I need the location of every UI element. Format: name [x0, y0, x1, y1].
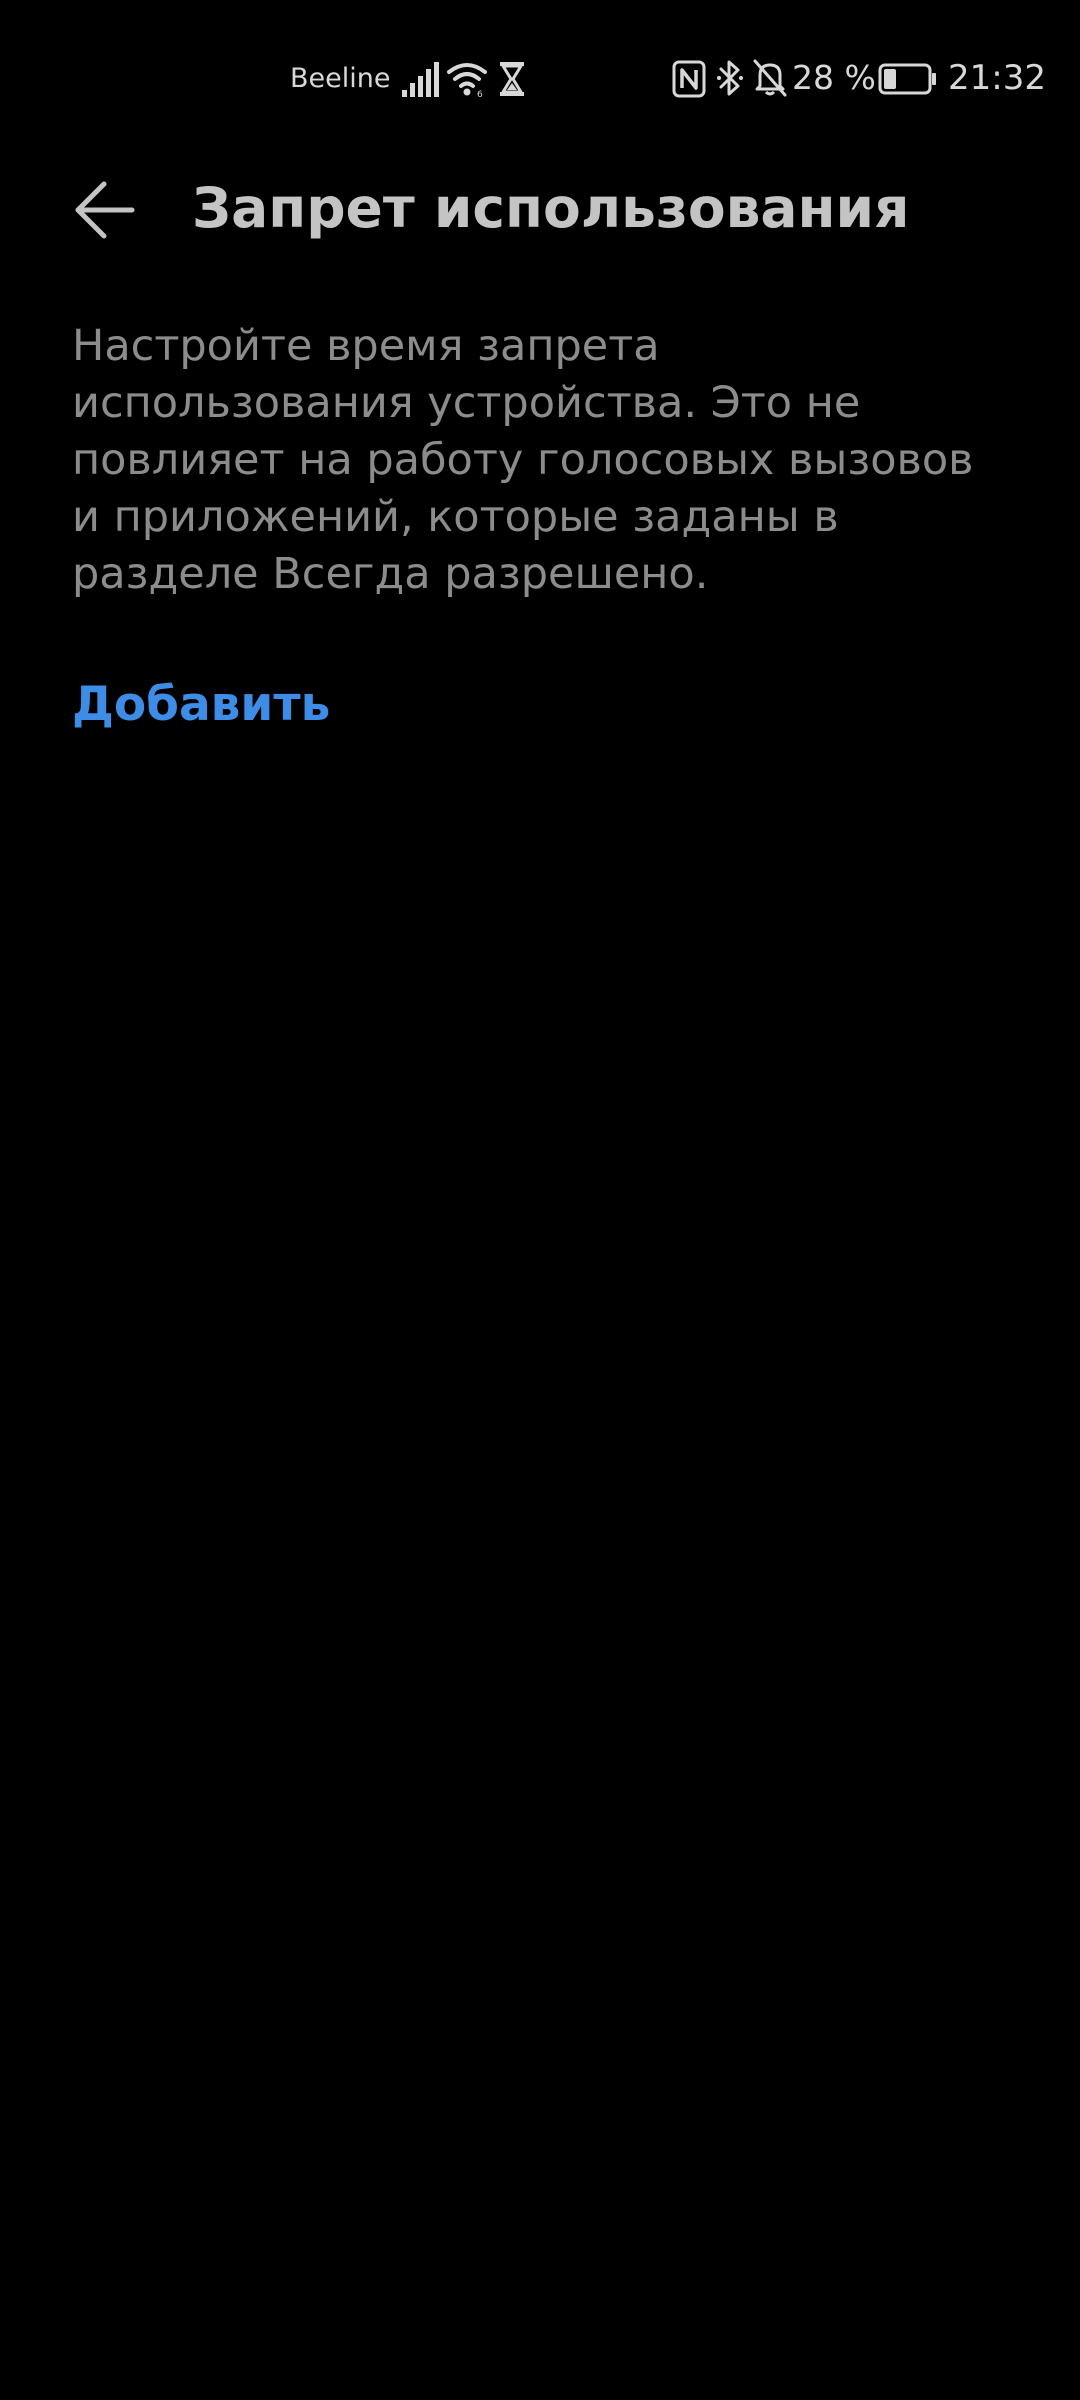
bluetooth-icon: [717, 60, 743, 96]
carrier-name: Beeline: [290, 63, 391, 94]
signal-icon: [402, 62, 439, 97]
clock: 21:32: [948, 58, 1046, 98]
wifi-icon: 6: [447, 63, 487, 98]
add-button[interactable]: Добавить: [72, 670, 330, 740]
hourglass-icon: [500, 62, 524, 96]
back-arrow-icon[interactable]: [62, 172, 152, 248]
app-bar: Запрет использования: [0, 150, 1080, 270]
battery-percent: 28 %: [792, 58, 876, 97]
battery-icon: [878, 63, 936, 95]
svg-text:6: 6: [477, 90, 483, 98]
page-title: Запрет использования: [192, 176, 910, 240]
description-text: Настройте время запрета использования ус…: [72, 321, 974, 599]
bell-off-icon: [753, 59, 787, 97]
nfc-icon: [672, 60, 706, 98]
status-bar: Beeline 6 28 % 21:32: [0, 0, 1080, 160]
